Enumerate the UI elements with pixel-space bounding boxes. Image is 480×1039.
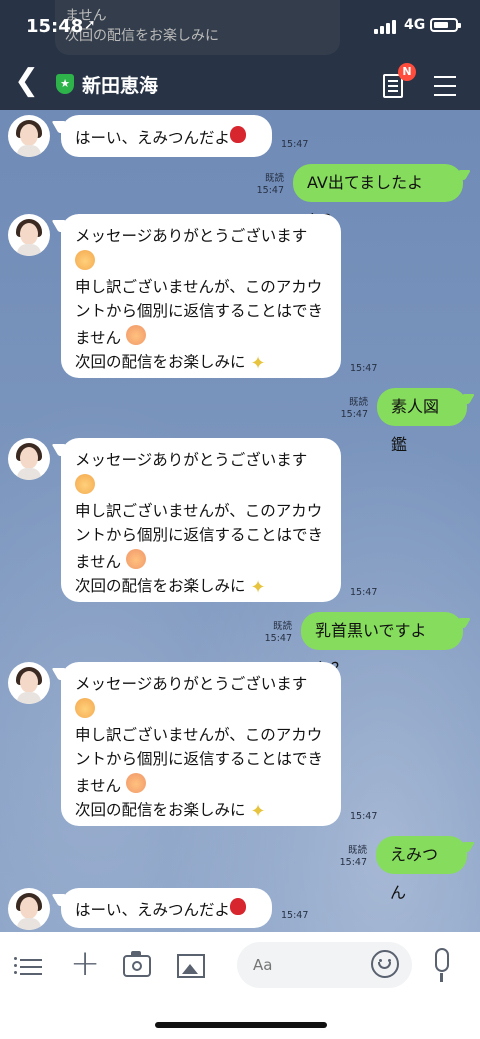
- message-text: 次回の配信をお楽しみに: [75, 353, 246, 371]
- read-receipt: 既読 15:47: [256, 173, 284, 196]
- input-bar: +: [0, 932, 480, 1039]
- message-bubble-incoming[interactable]: メッセージありがとうございます 申し訳ございませんが、このアカウ ントから個別に…: [61, 214, 341, 378]
- apple-icon: [230, 898, 247, 915]
- message-text: はーい、えみつんだよ: [75, 129, 231, 147]
- status-time: 15:48: [26, 16, 84, 37]
- message-bubble-outgoing[interactable]: 乳首黒いですよね？: [301, 612, 463, 678]
- read-receipt: 既読 15:47: [340, 397, 368, 420]
- chevron-left-icon[interactable]: ❮: [14, 66, 39, 96]
- message-text: メッセージありがとうございます: [75, 227, 308, 245]
- microphone-icon[interactable]: [435, 948, 449, 982]
- new-badge: N: [398, 63, 416, 81]
- message-time: 15:47: [281, 910, 309, 921]
- sparkle-icon: ✦: [250, 353, 266, 374]
- message-bubble-outgoing[interactable]: えみつん: [376, 836, 467, 902]
- message-text: 申し訳ございませんが、このアカウ: [75, 726, 323, 744]
- message-time: 15:47: [350, 363, 378, 374]
- camera-icon[interactable]: [123, 951, 151, 977]
- message-text: ません: [75, 777, 122, 795]
- blush-emoji-icon: [125, 549, 146, 569]
- header: ません 次回の配信をお楽しみに 15:48 ➚ 4G ❮ ★ 新田恵海 N: [0, 0, 480, 110]
- avatar[interactable]: [8, 888, 50, 930]
- battery-icon: [430, 18, 461, 32]
- contact-name[interactable]: 新田恵海: [82, 71, 158, 98]
- message-text: 申し訳ございませんが、このアカウ: [75, 502, 323, 520]
- message-time: 15:47: [350, 587, 378, 598]
- message-text: ません: [75, 329, 122, 347]
- network-type: 4G: [404, 17, 426, 33]
- signal-icon: [374, 20, 396, 34]
- avatar[interactable]: [8, 115, 50, 157]
- blush-emoji-icon: [125, 773, 146, 793]
- avatar[interactable]: [8, 662, 50, 704]
- status-bar: 15:48 ➚ 4G: [0, 0, 480, 50]
- message-bubble-incoming[interactable]: メッセージありがとうございます 申し訳ございませんが、このアカウ ントから個別に…: [61, 662, 341, 826]
- message-bubble-outgoing[interactable]: AV出てましたよね？: [293, 164, 463, 230]
- read-receipt: 既読 15:47: [339, 845, 367, 868]
- message-bubble-outgoing[interactable]: 素人図鑑: [377, 388, 467, 454]
- message-text: 次回の配信をお楽しみに: [75, 801, 246, 819]
- message-text: ントから個別に返信することはでき: [75, 750, 324, 768]
- avatar[interactable]: [8, 438, 50, 480]
- menu-icon[interactable]: [434, 76, 456, 103]
- smile-emoji-icon: [75, 250, 95, 270]
- message-text: 次回の配信をお楽しみに: [75, 577, 246, 595]
- smile-emoji-icon: [75, 474, 95, 494]
- message-time: 15:47: [281, 139, 309, 150]
- sparkle-icon: ✦: [250, 801, 266, 822]
- home-indicator[interactable]: [155, 1022, 327, 1028]
- message-text: ントから個別に返信することはでき: [75, 302, 324, 320]
- blush-emoji-icon: [125, 325, 146, 345]
- read-receipt: 既読 15:47: [264, 621, 292, 644]
- smiley-icon[interactable]: [371, 950, 399, 978]
- list-icon[interactable]: [14, 954, 48, 984]
- plus-icon[interactable]: +: [70, 946, 100, 982]
- location-arrow-icon: ➚: [84, 17, 96, 33]
- sparkle-icon: ✦: [250, 577, 266, 598]
- message-bubble-incoming[interactable]: はーい、えみつんだよ: [61, 888, 272, 928]
- smile-emoji-icon: [75, 698, 95, 718]
- message-text: 申し訳ございませんが、このアカウ: [75, 278, 323, 296]
- message-text: メッセージありがとうございます: [75, 451, 308, 469]
- message-text: ません: [75, 553, 122, 571]
- apple-icon: [230, 126, 247, 143]
- avatar[interactable]: [8, 214, 50, 256]
- shield-star-icon: ★: [56, 74, 74, 94]
- message-bubble-incoming[interactable]: はーい、えみつんだよ: [61, 115, 272, 157]
- message-bubble-incoming[interactable]: メッセージありがとうございます 申し訳ございませんが、このアカウ ントから個別に…: [61, 438, 341, 602]
- image-icon[interactable]: [177, 954, 205, 978]
- message-text: メッセージありがとうございます: [75, 675, 308, 693]
- message-text: ントから個別に返信することはでき: [75, 526, 324, 544]
- message-text: はーい、えみつんだよ: [75, 901, 231, 919]
- message-time: 15:47: [350, 811, 378, 822]
